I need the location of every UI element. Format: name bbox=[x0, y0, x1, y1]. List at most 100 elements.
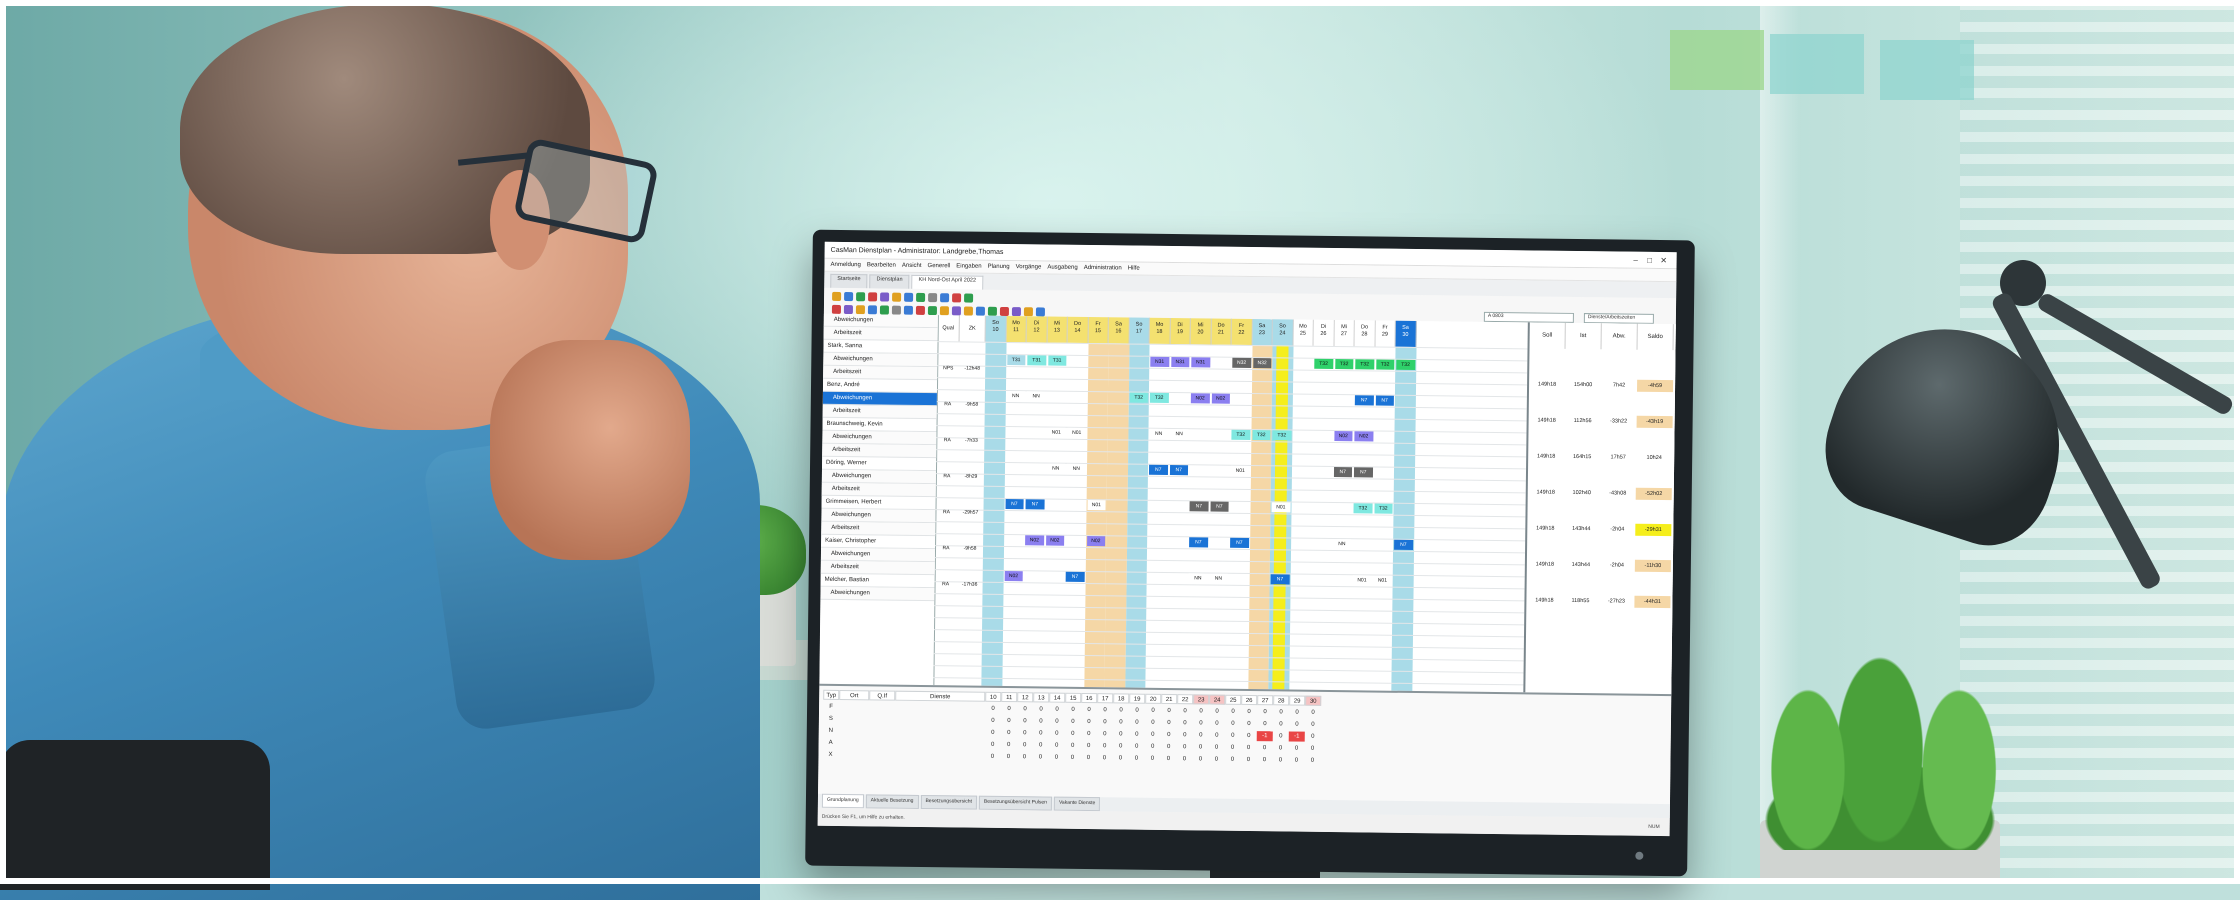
toolbar-icon[interactable] bbox=[879, 305, 889, 315]
toolbar-icon[interactable] bbox=[1023, 307, 1033, 317]
menu-item[interactable]: Administration bbox=[1084, 265, 1122, 271]
toolbar-icon[interactable] bbox=[904, 292, 914, 302]
toolbar-icon[interactable] bbox=[867, 305, 877, 315]
shift-cell[interactable]: N7 bbox=[1189, 537, 1208, 548]
shift-cell[interactable]: N02 bbox=[1190, 393, 1210, 404]
shift-cell[interactable]: T32 bbox=[1334, 359, 1354, 370]
shift-cell[interactable]: N7 bbox=[1333, 467, 1353, 478]
toolbar-icon[interactable] bbox=[903, 305, 913, 315]
shift-cell[interactable]: N7 bbox=[1065, 571, 1085, 582]
shift-cell[interactable]: N01 bbox=[1087, 500, 1106, 511]
tab-0[interactable]: Startseite bbox=[830, 273, 868, 289]
shift-cell[interactable]: NN bbox=[1188, 573, 1208, 584]
shift-cell[interactable]: N02 bbox=[1354, 431, 1373, 442]
toolbar-icon[interactable] bbox=[939, 306, 949, 316]
toolbar-icon[interactable] bbox=[891, 305, 901, 315]
shift-cell[interactable]: T32 bbox=[1355, 359, 1374, 370]
shift-cell[interactable]: N31 bbox=[1191, 357, 1210, 368]
tab-1[interactable]: Dienstplan bbox=[869, 274, 910, 289]
toolbar-icon[interactable] bbox=[964, 293, 974, 303]
shift-cell[interactable]: N7 bbox=[1189, 501, 1209, 512]
shift-cell[interactable]: N7 bbox=[1375, 395, 1394, 406]
shift-cell[interactable]: T32 bbox=[1251, 430, 1271, 441]
toolbar-icon[interactable] bbox=[952, 293, 962, 303]
shift-cell[interactable]: N7 bbox=[1394, 539, 1413, 550]
toolbar-icon[interactable] bbox=[999, 306, 1009, 317]
toolbar-icon[interactable] bbox=[963, 306, 973, 316]
shift-cell[interactable]: N01 bbox=[1067, 427, 1087, 438]
shift-cell[interactable]: T32 bbox=[1353, 503, 1373, 514]
shift-cell[interactable]: T31 bbox=[1006, 355, 1026, 366]
shift-cell[interactable]: N01 bbox=[1230, 465, 1250, 476]
shift-cell[interactable]: NN bbox=[1026, 391, 1046, 402]
shift-cell[interactable]: N01 bbox=[1352, 575, 1372, 586]
toolbar-icon[interactable] bbox=[855, 305, 865, 315]
shift-cell[interactable]: NN bbox=[1332, 539, 1352, 550]
shift-cell[interactable]: T32 bbox=[1373, 503, 1393, 514]
toolbar-icon[interactable] bbox=[975, 306, 985, 316]
shift-cell[interactable]: N31 bbox=[1150, 356, 1169, 367]
shift-cell[interactable]: NN bbox=[1169, 429, 1189, 440]
bottom-tab[interactable]: Grundplanung bbox=[821, 793, 864, 809]
shift-cell[interactable]: NN bbox=[1209, 573, 1228, 584]
toolbar-icon[interactable] bbox=[832, 291, 842, 301]
close-icon[interactable]: ✕ bbox=[1657, 255, 1671, 264]
toolbar-icon[interactable] bbox=[844, 292, 854, 302]
toolbar-icon[interactable] bbox=[856, 292, 866, 302]
shift-cell[interactable]: T32 bbox=[1272, 430, 1291, 441]
toolbar-icon[interactable] bbox=[1035, 307, 1045, 317]
shift-cell[interactable]: T31 bbox=[1027, 355, 1046, 366]
shift-cell[interactable]: N01 bbox=[1271, 502, 1291, 513]
shift-cell[interactable]: N02 bbox=[1086, 536, 1106, 547]
toolbar-icon[interactable] bbox=[940, 293, 950, 303]
toolbar-icon[interactable] bbox=[987, 306, 997, 316]
menu-item[interactable]: Ausgabeng bbox=[1047, 265, 1077, 271]
toolbar-icon[interactable] bbox=[892, 292, 902, 302]
employee-subrow[interactable]: Abweichungen bbox=[820, 586, 935, 602]
toolbar-icon[interactable] bbox=[843, 305, 853, 315]
shift-cell[interactable]: NN bbox=[1066, 463, 1086, 474]
shift-cell[interactable]: N7 bbox=[1025, 499, 1045, 510]
bottom-tab[interactable]: Besetzungsübersicht Pulsen bbox=[978, 795, 1053, 811]
shift-cell[interactable]: N32 bbox=[1252, 358, 1272, 369]
shift-cell[interactable]: T31 bbox=[1047, 355, 1067, 366]
shift-cell[interactable]: NN bbox=[1149, 428, 1169, 439]
toolbar-icon[interactable] bbox=[951, 306, 961, 316]
bottom-tab[interactable]: Besetzungsübersicht bbox=[920, 794, 977, 810]
shift-cell[interactable]: N7 bbox=[1354, 395, 1374, 406]
shift-cell[interactable]: T32 bbox=[1129, 392, 1148, 403]
shift-cell[interactable]: N01 bbox=[1373, 575, 1392, 586]
shift-cell[interactable]: T32 bbox=[1314, 358, 1333, 369]
toolbar-icon[interactable] bbox=[1011, 307, 1021, 317]
toolbar-icon[interactable] bbox=[880, 292, 890, 302]
menu-item[interactable]: Bearbeiten bbox=[867, 262, 896, 268]
shift-cell[interactable]: N01 bbox=[1046, 427, 1066, 438]
shift-cell[interactable]: N7 bbox=[1148, 464, 1168, 475]
maximize-icon[interactable]: □ bbox=[1643, 255, 1657, 264]
tab-2[interactable]: KH Nord-Ost April 2022 bbox=[911, 274, 984, 290]
menu-item[interactable]: Eingaben bbox=[956, 263, 981, 269]
toolbar-icon[interactable] bbox=[928, 293, 938, 303]
bottom-tab[interactable]: Vakante Dienste bbox=[1053, 796, 1101, 812]
menu-item[interactable]: Generell bbox=[928, 263, 951, 269]
shift-cell[interactable]: T32 bbox=[1149, 392, 1169, 403]
menu-item[interactable]: Ansicht bbox=[902, 263, 922, 269]
menu-item[interactable]: Vorgänge bbox=[1016, 264, 1042, 270]
shift-cell[interactable]: N7 bbox=[1210, 501, 1229, 512]
menu-item[interactable]: Hilfe bbox=[1128, 265, 1140, 271]
shift-cell[interactable]: N02 bbox=[1333, 431, 1353, 442]
shift-cell[interactable]: T32 bbox=[1396, 359, 1415, 370]
toolbar-icon[interactable] bbox=[868, 292, 878, 302]
shift-cell[interactable]: N7 bbox=[1270, 574, 1290, 585]
shift-cell[interactable]: N02 bbox=[1004, 570, 1023, 582]
toolbar-icon[interactable] bbox=[916, 292, 926, 303]
toolbar-icon[interactable] bbox=[927, 306, 937, 316]
shift-cell[interactable]: N7 bbox=[1230, 537, 1249, 548]
shift-cell[interactable]: N02 bbox=[1211, 393, 1230, 404]
shift-cell[interactable]: T32 bbox=[1375, 359, 1395, 370]
menu-item[interactable]: Anmeldung bbox=[830, 262, 860, 268]
shift-cell[interactable]: N7 bbox=[1169, 465, 1189, 476]
minimize-icon[interactable]: – bbox=[1629, 255, 1643, 264]
shift-cell[interactable]: NN bbox=[1046, 463, 1066, 474]
menu-item[interactable]: Planung bbox=[988, 264, 1010, 270]
